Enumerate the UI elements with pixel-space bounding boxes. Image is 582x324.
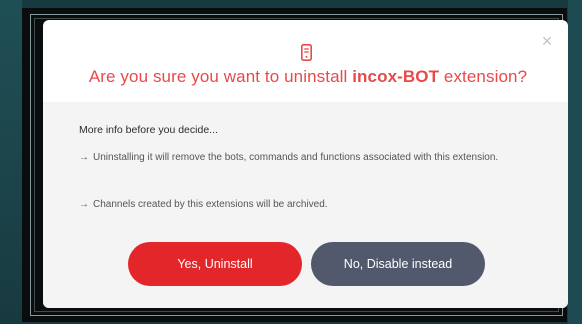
info-item-text: Channels created by this extensions will… [93,199,328,210]
mobile-phone-icon [301,44,312,61]
title-suffix: extension? [439,67,528,86]
close-icon[interactable]: × [538,32,556,50]
background-left [0,0,22,324]
background-right [568,0,582,324]
info-item: → Uninstalling it will remove the bots, … [79,150,519,166]
info-item-text: Uninstalling it will remove the bots, co… [93,152,499,163]
info-heading: More info before you decide... [79,124,218,136]
dialog-title: Are you sure you want to uninstall incox… [43,67,568,87]
arrow-right-icon: → [79,199,89,210]
uninstall-dialog: × Are you sure you want to uninstall inc… [43,20,568,308]
info-item: → Channels created by this extensions wi… [79,197,519,213]
title-prefix: Are you sure you want to uninstall [88,67,353,86]
extension-name: incox-BOT [352,67,440,86]
arrow-right-icon: → [79,152,89,163]
yes-uninstall-button[interactable]: Yes, Uninstall [128,242,302,286]
no-disable-button[interactable]: No, Disable instead [311,242,485,286]
